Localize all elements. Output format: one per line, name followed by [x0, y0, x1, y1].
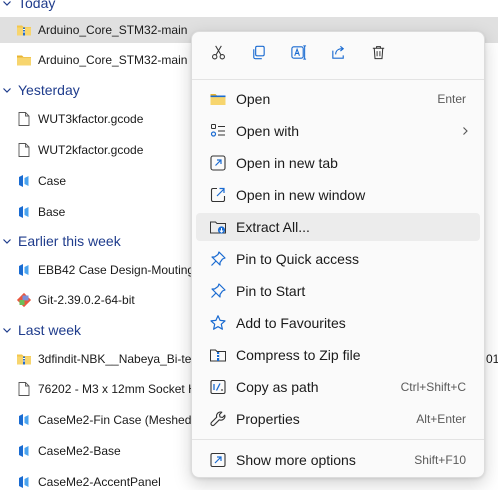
copy-path-icon	[196, 373, 236, 401]
menu-item-copy-as-path[interactable]: Copy as path Ctrl+Shift+C	[196, 373, 480, 401]
file-icon	[16, 381, 32, 397]
cut-button[interactable]	[203, 39, 233, 69]
chevron-down-icon	[0, 234, 14, 248]
pin-icon	[196, 245, 236, 273]
divider	[192, 79, 484, 80]
file-name: Git-2.39.0.2-64-bit	[38, 293, 135, 307]
delete-icon	[370, 44, 387, 64]
chevron-down-icon	[0, 0, 14, 10]
clipped-column-text: 010	[486, 352, 498, 366]
file-name: Arduino_Core_STM32-main	[38, 53, 188, 67]
menu-item-properties[interactable]: Properties Alt+Enter	[196, 405, 480, 433]
delete-button[interactable]	[363, 39, 393, 69]
menu-item-add-favourites[interactable]: Add to Favourites	[196, 309, 480, 337]
pin-start-icon	[196, 277, 236, 305]
cut-icon	[210, 44, 227, 64]
rename-icon	[290, 44, 307, 64]
quick-actions-bar	[192, 32, 484, 76]
3d-model-icon	[16, 412, 32, 428]
share-icon	[330, 44, 347, 64]
menu-item-open[interactable]: Open Enter	[196, 85, 480, 113]
wrench-icon	[196, 405, 236, 433]
3d-model-icon	[16, 443, 32, 459]
3d-model-icon	[16, 204, 32, 220]
file-name: EBB42 Case Design-Mouting B	[38, 263, 206, 277]
file-icon	[16, 111, 32, 127]
group-label: Earlier this week	[18, 233, 121, 249]
group-label: Last week	[18, 322, 82, 338]
file-name: WUT3kfactor.gcode	[38, 112, 144, 126]
menu-item-show-more-options[interactable]: Show more options Shift+F10	[196, 446, 480, 474]
file-name: Case	[38, 174, 67, 188]
file-name: CaseMe2-Base	[38, 444, 121, 458]
zip-folder-icon	[16, 351, 32, 367]
3d-model-icon	[16, 173, 32, 189]
git-installer-icon	[16, 292, 32, 308]
group-header-yesterday[interactable]: Yesterday	[0, 79, 80, 101]
group-header-last-week[interactable]: Last week	[0, 319, 81, 341]
share-button[interactable]	[323, 39, 353, 69]
open-folder-icon	[196, 85, 236, 113]
3d-model-icon	[16, 474, 32, 490]
3d-model-icon	[16, 262, 32, 278]
file-icon	[16, 142, 32, 158]
rename-button[interactable]	[283, 39, 313, 69]
menu-item-open-with[interactable]: Open with	[196, 117, 480, 145]
open-with-icon	[196, 117, 236, 145]
copy-icon	[250, 44, 267, 64]
copy-button[interactable]	[243, 39, 273, 69]
group-header-today[interactable]: Today	[0, 0, 55, 14]
menu-item-compress-zip[interactable]: Compress to Zip file	[196, 341, 480, 369]
group-label: Today	[18, 0, 56, 11]
menu-item-open-new-tab[interactable]: Open in new tab	[196, 149, 480, 177]
file-name: Arduino_Core_STM32-main	[38, 23, 188, 37]
file-name: 76202 - M3 x 12mm Socket He	[38, 382, 204, 396]
group-header-earlier-this-week[interactable]: Earlier this week	[0, 230, 121, 252]
chevron-down-icon	[0, 83, 14, 97]
zip-folder-icon	[16, 22, 32, 38]
menu-item-open-new-window[interactable]: Open in new window	[196, 181, 480, 209]
chevron-right-icon	[458, 126, 480, 136]
file-name: Base	[38, 205, 66, 219]
folder-icon	[16, 52, 32, 68]
file-name: CaseMe2-AccentPanel	[38, 475, 161, 489]
group-label: Yesterday	[18, 82, 80, 98]
file-name: WUT2kfactor.gcode	[38, 143, 144, 157]
more-options-icon	[196, 446, 236, 474]
extract-all-icon	[196, 213, 236, 241]
menu-item-pin-start[interactable]: Pin to Start	[196, 277, 480, 305]
context-menu: Open Enter Open with Open in new tab Ope…	[191, 31, 485, 478]
menu-item-extract-all[interactable]: Extract All...	[196, 213, 480, 241]
divider	[192, 439, 484, 440]
zip-compress-icon	[196, 341, 236, 369]
star-icon	[196, 309, 236, 337]
open-new-window-icon	[196, 181, 236, 209]
file-name: 3dfindit-NBK__Nabeya_Bi-tec	[38, 352, 198, 366]
open-new-tab-icon	[196, 149, 236, 177]
menu-item-pin-quick-access[interactable]: Pin to Quick access	[196, 245, 480, 273]
file-name: CaseMe2-Fin Case (Meshed)	[38, 413, 196, 427]
chevron-down-icon	[0, 323, 14, 337]
